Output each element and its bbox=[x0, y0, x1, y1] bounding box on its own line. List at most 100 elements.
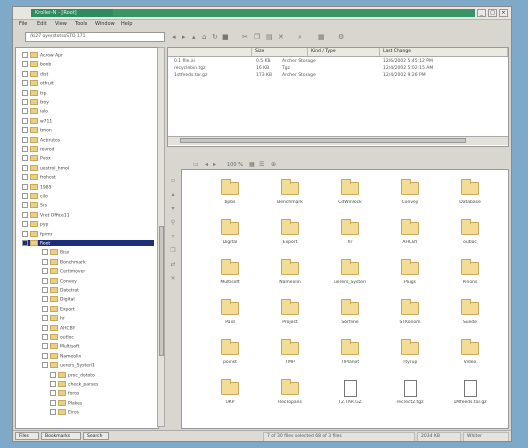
expander-icon[interactable] bbox=[22, 230, 28, 237]
grid-icon[interactable]: ▦ bbox=[249, 161, 255, 168]
tree-item[interactable]: pyp bbox=[22, 221, 154, 228]
details-row[interactable]: 0.1 file.ai 0.5 KB Archer Storage 12/6/2002… bbox=[168, 59, 508, 65]
tree-item[interactable]: tmon bbox=[22, 127, 154, 134]
folder-item[interactable]: bpbs bbox=[206, 179, 254, 218]
folder-item[interactable]: outloc bbox=[446, 219, 494, 258]
find-icon[interactable]: ⌕ bbox=[298, 33, 302, 42]
link-icon[interactable]: ⚲ bbox=[169, 219, 177, 227]
expander-icon[interactable] bbox=[42, 315, 48, 322]
file-item[interactable]: T2.TAR.GZ bbox=[326, 380, 374, 418]
folder-item[interactable]: Nameolin bbox=[266, 259, 314, 298]
folder-item[interactable]: hr bbox=[326, 219, 374, 258]
details-row[interactable]: 1stfeeds.tar.gz 173 KB Archer Storage 12/4/… bbox=[168, 73, 508, 79]
back-small-icon[interactable]: ◂ bbox=[205, 161, 208, 168]
tree-item[interactable]: uestrol_hmol bbox=[22, 164, 154, 171]
expander-icon[interactable] bbox=[22, 61, 28, 68]
back-icon[interactable]: ◂ bbox=[172, 33, 176, 41]
close-button[interactable]: × bbox=[499, 9, 508, 17]
tree-item[interactable]: Certimover bbox=[42, 268, 154, 275]
folder-item[interactable]: Paid bbox=[206, 299, 254, 338]
folder-item[interactable]: Convey bbox=[386, 179, 434, 218]
folder-item[interactable]: Ttyrup bbox=[386, 339, 434, 378]
details-hscrollbar[interactable] bbox=[168, 136, 508, 145]
tree-item[interactable]: hr bbox=[42, 315, 154, 322]
folder-item[interactable]: Multisoft bbox=[206, 259, 254, 298]
up-icon[interactable]: ▴ bbox=[192, 33, 196, 41]
down-icon[interactable]: ▾ bbox=[169, 205, 177, 213]
tree-item[interactable]: 1985 bbox=[22, 183, 154, 190]
cut-icon[interactable]: ✂ bbox=[242, 33, 248, 41]
folder-item[interactable]: Suede bbox=[446, 299, 494, 338]
folder-item[interactable]: Benchmark bbox=[266, 179, 314, 218]
view-icon[interactable]: ▭ bbox=[193, 161, 199, 168]
tree-scrollbar-thumb[interactable] bbox=[159, 226, 164, 356]
tree-item[interactable]: ialo bbox=[22, 108, 154, 115]
tree-item[interactable]: fprmr bbox=[22, 230, 154, 237]
col-name[interactable] bbox=[168, 48, 252, 56]
expander-icon[interactable] bbox=[22, 80, 28, 87]
expander-icon[interactable] bbox=[42, 362, 48, 369]
tree-item[interactable]: Bonchmark bbox=[42, 258, 154, 265]
folder-item[interactable]: Project bbox=[266, 299, 314, 338]
menu-view[interactable]: View bbox=[55, 21, 67, 27]
col-size[interactable]: Size bbox=[252, 48, 308, 56]
tree-item[interactable]: Actirutos bbox=[22, 136, 154, 143]
paste-icon[interactable]: ▤ bbox=[266, 33, 273, 41]
menu-tools[interactable]: Tools bbox=[75, 21, 87, 27]
folder-item[interactable]: Plugs bbox=[386, 259, 434, 298]
folder-item[interactable]: AHCBY bbox=[386, 219, 434, 258]
expander-icon[interactable] bbox=[22, 202, 28, 209]
expander-icon[interactable] bbox=[42, 249, 48, 256]
tree-item[interactable]: w711 bbox=[22, 117, 154, 124]
expander-icon[interactable] bbox=[42, 324, 48, 331]
expander-icon[interactable] bbox=[42, 305, 48, 312]
delete-icon[interactable]: ✕ bbox=[278, 33, 284, 41]
folder-item[interactable]: Sortline bbox=[326, 299, 374, 338]
expander-icon[interactable] bbox=[22, 70, 28, 77]
tree-item[interactable]: Root bbox=[22, 240, 154, 247]
forward-small-icon[interactable]: ▸ bbox=[213, 161, 216, 168]
expander-icon[interactable] bbox=[42, 287, 48, 293]
location-input[interactable]: /ki27 oyerstotsoSTO 171 bbox=[25, 32, 165, 42]
tree-item[interactable]: check_parses bbox=[50, 381, 154, 388]
tree-item[interactable]: proc_dototo bbox=[50, 371, 154, 378]
tree-item[interactable]: boob bbox=[22, 61, 154, 68]
tree-item[interactable]: Digital bbox=[42, 296, 154, 303]
maximize-button[interactable]: □ bbox=[488, 9, 497, 17]
expander-icon[interactable] bbox=[22, 136, 28, 143]
expander-icon[interactable] bbox=[50, 399, 56, 406]
details-row[interactable]: recyclebin.tgz 16 KB Tgz 12/4/2002 5:02:15 … bbox=[168, 66, 508, 72]
folder-item[interactable]: RecTopans bbox=[266, 379, 314, 418]
expander-icon[interactable] bbox=[22, 193, 28, 199]
tree-item[interactable]: cilo bbox=[22, 193, 154, 200]
expander-icon[interactable] bbox=[22, 127, 28, 134]
folder-item[interactable]: Digital bbox=[206, 219, 254, 258]
tree-item[interactable]: Convey bbox=[42, 277, 154, 284]
expander-icon[interactable] bbox=[50, 390, 56, 397]
stop-icon[interactable]: ■ bbox=[222, 33, 229, 41]
move-icon[interactable]: ⇄ bbox=[169, 261, 177, 269]
up-icon-side[interactable]: ▴ bbox=[169, 191, 177, 199]
tree-item[interactable]: Pvox bbox=[22, 155, 154, 162]
tree-item[interactable]: AHCBY bbox=[42, 324, 154, 331]
folder-tree[interactable]: Acrow Apr boob dist otfruit trp troy ialo w711 t… bbox=[15, 47, 159, 429]
expander-icon[interactable] bbox=[42, 352, 48, 359]
tree-item[interactable]: Srs bbox=[22, 202, 154, 209]
expander-icon[interactable] bbox=[42, 277, 48, 284]
tree-item[interactable]: outloc bbox=[42, 334, 154, 341]
dir-icon[interactable]: ▫ bbox=[169, 177, 177, 185]
expander-icon[interactable] bbox=[22, 108, 28, 115]
expander-icon[interactable] bbox=[50, 371, 56, 378]
details-list[interactable]: Size Kind / Type Last Change 0.1 file.ai… bbox=[167, 47, 509, 147]
minimize-button[interactable]: _ bbox=[477, 9, 486, 17]
expander-icon[interactable] bbox=[42, 343, 48, 350]
expander-icon[interactable] bbox=[22, 155, 28, 162]
tab-bookmarks[interactable]: Bookmarks bbox=[41, 432, 81, 440]
tree-item[interactable]: Bisx bbox=[42, 249, 154, 256]
tree-item[interactable]: trp bbox=[22, 89, 154, 96]
tree-item[interactable]: Nameolin bbox=[42, 352, 154, 359]
filter-icon[interactable]: ▿ bbox=[169, 233, 177, 241]
expander-icon[interactable] bbox=[22, 89, 28, 96]
details-hscroll-thumb[interactable] bbox=[180, 138, 466, 143]
tree-item[interactable]: Acrow Apr bbox=[22, 52, 154, 59]
